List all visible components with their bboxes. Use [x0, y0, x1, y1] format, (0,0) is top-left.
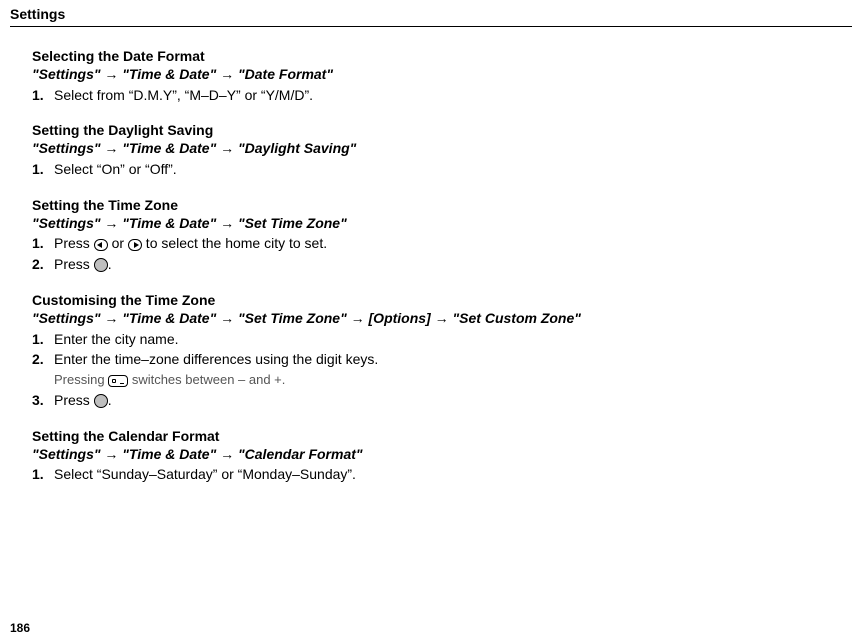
nav-path-segment: "Time & Date" [122, 446, 216, 462]
step-text: Enter the city name. [54, 331, 179, 347]
arrow-icon: → [216, 140, 238, 156]
section-title: Setting the Time Zone [32, 197, 602, 213]
arrow-icon: → [216, 310, 238, 326]
nav-path: "Settings" → "Time & Date" → "Set Time Z… [32, 215, 602, 233]
nav-path-segment: "Time & Date" [122, 310, 216, 326]
step-body: Press . [54, 255, 602, 274]
nav-path: "Settings" → "Time & Date" → "Calendar F… [32, 446, 602, 464]
page: Settings Selecting the Date Format "Setti… [0, 0, 862, 643]
nav-path-segment: "Calendar Format" [238, 446, 363, 462]
nav-path-segment: "Settings" [32, 140, 101, 156]
step-number: 1. [32, 86, 54, 105]
arrow-icon: → [101, 215, 123, 231]
nav-left-icon [94, 239, 108, 251]
nav-path-segment: "Settings" [32, 66, 101, 82]
key-icon [108, 375, 128, 387]
nav-path-segment: "Daylight Saving" [238, 140, 356, 156]
nav-path-segment: "Date Format" [238, 66, 333, 82]
nav-path-segment: "Settings" [32, 446, 101, 462]
nav-path: "Settings" → "Time & Date" → "Date Forma… [32, 66, 602, 84]
step-body: Select “On” or “Off”. [54, 160, 602, 179]
arrow-icon: → [101, 140, 123, 156]
step-body: Enter the time–zone differences using th… [54, 350, 602, 369]
arrow-icon: → [101, 310, 123, 326]
header-divider [10, 26, 852, 27]
arrow-icon: → [101, 66, 123, 82]
nav-path-segment: [Options] [369, 310, 431, 326]
section-title: Selecting the Date Format [32, 48, 602, 64]
substep-text-pre: Pressing [54, 372, 108, 387]
step-row: 2.Press . [32, 255, 602, 274]
step-row: 2.Enter the time–zone differences using … [32, 350, 602, 369]
step-body: Select “Sunday–Saturday” or “Monday–Sund… [54, 465, 602, 484]
step-body: Select from “D.M.Y”, “M–D–Y” or “Y/M/D”. [54, 86, 602, 105]
step-number: 1. [32, 234, 54, 253]
section-title: Setting the Calendar Format [32, 428, 602, 444]
step-substep: Pressing switches between – and +. [54, 371, 602, 389]
step-text-pre: Press [54, 256, 94, 272]
nav-right-icon [128, 239, 142, 251]
step-text-post: to select the home city to set. [142, 235, 327, 251]
step-text-mid: or [108, 235, 128, 251]
nav-path-segment: "Settings" [32, 310, 101, 326]
step-number: 2. [32, 255, 54, 274]
step-row: 3.Press . [32, 391, 602, 410]
ok-button-icon [94, 394, 108, 408]
arrow-icon: → [101, 446, 123, 462]
page-content: Selecting the Date Format "Settings" → "T… [32, 48, 602, 486]
step-text-post: . [108, 392, 112, 408]
step-number: 1. [32, 160, 54, 179]
nav-path-segment: "Set Time Zone" [238, 310, 347, 326]
step-row: 1.Enter the city name. [32, 330, 602, 349]
nav-path-segment: "Set Time Zone" [238, 215, 347, 231]
arrow-icon: → [216, 66, 238, 82]
step-number: 2. [32, 350, 54, 369]
page-number: 186 [10, 621, 30, 635]
step-row: 1.Select from “D.M.Y”, “M–D–Y” or “Y/M/D… [32, 86, 602, 105]
step-text: Select from “D.M.Y”, “M–D–Y” or “Y/M/D”. [54, 87, 313, 103]
arrow-icon: → [216, 215, 238, 231]
arrow-icon: → [431, 310, 453, 326]
step-row: 1.Select “On” or “Off”. [32, 160, 602, 179]
step-text: Select “Sunday–Saturday” or “Monday–Sund… [54, 466, 356, 482]
nav-path-segment: "Time & Date" [122, 140, 216, 156]
nav-path-segment: "Time & Date" [122, 215, 216, 231]
step-number: 3. [32, 391, 54, 410]
nav-path-segment: "Time & Date" [122, 66, 216, 82]
step-text-post: . [108, 256, 112, 272]
step-body: Enter the city name. [54, 330, 602, 349]
section-title: Setting the Daylight Saving [32, 122, 602, 138]
step-body: Press or to select the home city to set. [54, 234, 602, 253]
arrow-icon: → [216, 446, 238, 462]
nav-path-segment: "Settings" [32, 215, 101, 231]
section-title: Customising the Time Zone [32, 292, 602, 308]
substep-text-post: switches between – and +. [128, 372, 285, 387]
step-text-pre: Press [54, 392, 94, 408]
nav-path: "Settings" → "Time & Date" → "Daylight S… [32, 140, 602, 158]
step-number: 1. [32, 330, 54, 349]
page-header: Settings [10, 6, 65, 22]
step-body: Press . [54, 391, 602, 410]
arrow-icon: → [347, 310, 369, 326]
ok-button-icon [94, 258, 108, 272]
step-text-pre: Press [54, 235, 94, 251]
step-row: 1.Press or to select the home city to se… [32, 234, 602, 253]
nav-path: "Settings" → "Time & Date" → "Set Time Z… [32, 310, 602, 328]
step-text: Select “On” or “Off”. [54, 161, 177, 177]
step-row: 1.Select “Sunday–Saturday” or “Monday–Su… [32, 465, 602, 484]
step-text: Enter the time–zone differences using th… [54, 351, 378, 367]
step-number: 1. [32, 465, 54, 484]
nav-path-segment: "Set Custom Zone" [453, 310, 581, 326]
